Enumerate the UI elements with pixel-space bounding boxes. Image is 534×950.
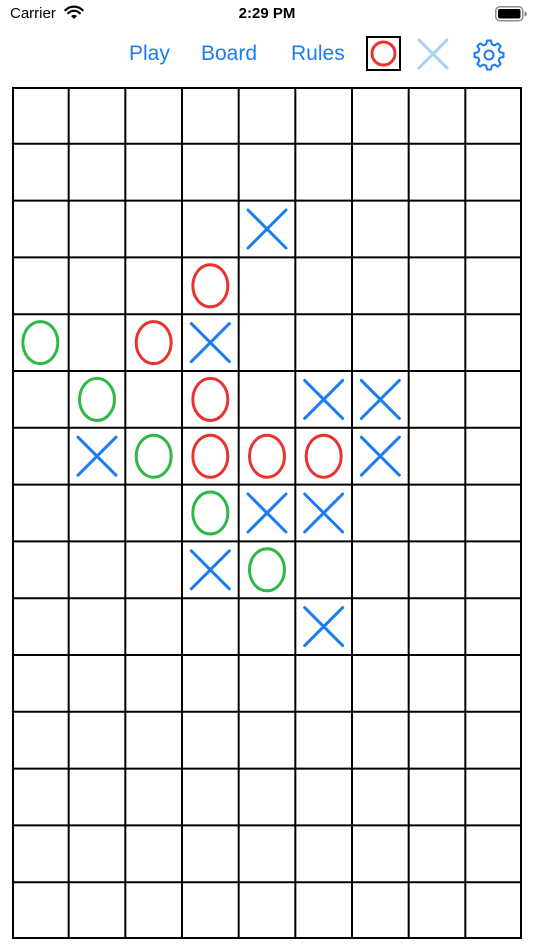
toolbar: Play Board Rules bbox=[0, 34, 534, 78]
x-piece bbox=[303, 378, 345, 420]
x-piece bbox=[359, 378, 401, 420]
gear-icon[interactable] bbox=[473, 39, 505, 71]
player-x-selector[interactable] bbox=[416, 37, 450, 71]
status-time: 2:29 PM bbox=[238, 5, 296, 22]
x-piece bbox=[189, 549, 231, 591]
o-piece bbox=[191, 263, 230, 309]
o-piece bbox=[134, 320, 173, 366]
x-piece bbox=[303, 492, 345, 534]
o-piece bbox=[191, 433, 230, 479]
o-piece bbox=[248, 433, 286, 479]
play-button[interactable]: Play bbox=[129, 42, 170, 66]
o-piece bbox=[248, 547, 286, 593]
board-grid[interactable] bbox=[12, 87, 522, 939]
o-piece bbox=[304, 433, 343, 479]
x-piece bbox=[246, 492, 288, 534]
x-piece bbox=[303, 606, 345, 648]
o-piece bbox=[21, 320, 60, 366]
o-piece bbox=[134, 433, 173, 479]
o-piece bbox=[191, 490, 230, 536]
x-piece bbox=[76, 435, 118, 477]
game-board[interactable] bbox=[12, 87, 522, 939]
battery-icon bbox=[495, 6, 527, 22]
o-piece bbox=[191, 376, 230, 422]
x-piece bbox=[189, 322, 231, 364]
x-piece bbox=[359, 435, 401, 477]
o-mark-icon bbox=[370, 40, 397, 67]
rules-button[interactable]: Rules bbox=[291, 42, 345, 66]
o-piece bbox=[78, 376, 116, 422]
x-piece bbox=[246, 208, 288, 250]
player-o-selector[interactable] bbox=[366, 36, 401, 71]
board-button[interactable]: Board bbox=[201, 42, 257, 66]
status-bar: Carrier 2:29 PM bbox=[0, 0, 534, 30]
